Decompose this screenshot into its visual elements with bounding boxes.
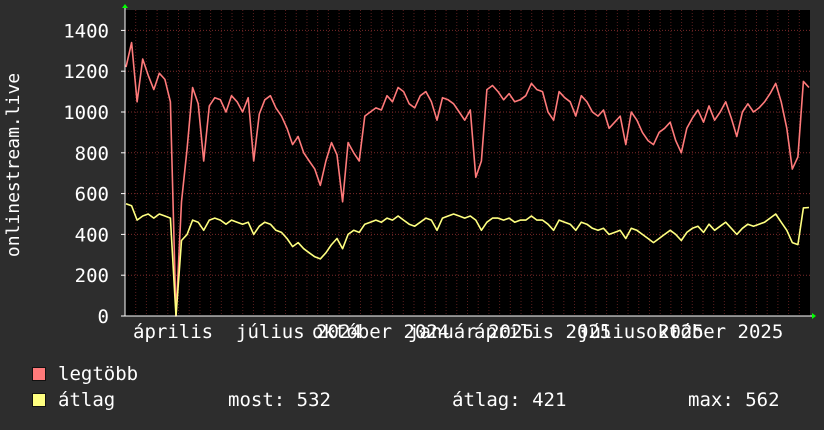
stat-max-label: max: [688, 389, 734, 411]
legend-swatch-max [32, 367, 46, 381]
y-tick-label: 1200 [63, 61, 109, 83]
legend-item-max: legtöbb [32, 363, 138, 385]
y-tick-label: 400 [75, 224, 109, 246]
y-tick-label: 0 [98, 306, 109, 328]
stat-now: most: 532 [228, 389, 331, 411]
y-tick-label: 1400 [63, 20, 109, 42]
y-axis-arrow [122, 4, 128, 8]
stat-avg-label: átlag: [452, 389, 521, 411]
stat-avg: átlag: 421 [452, 389, 566, 411]
stat-avg-value: 421 [532, 389, 567, 411]
stat-now-label: most: [228, 389, 286, 411]
y-axis-title: onlinestream.live [3, 73, 24, 257]
x-axis-arrow [812, 313, 816, 319]
y-tick-label: 200 [75, 265, 109, 287]
stat-max-value: 562 [745, 389, 780, 411]
y-tick-label: 800 [75, 143, 109, 165]
legend-label-avg: átlag [58, 389, 116, 411]
x-tick-label: április [133, 321, 213, 343]
stat-max: max: 562 [688, 389, 780, 411]
legend-label-max: legtöbb [58, 363, 139, 385]
chart: 0200400600800100012001400április július 2… [3, 4, 816, 343]
x-tick-label: október 2025 [646, 321, 783, 343]
y-tick-label: 600 [75, 184, 109, 206]
stat-now-value: 532 [296, 389, 331, 411]
legend-item-avg: átlag [32, 389, 115, 411]
legend-swatch-avg [32, 393, 46, 407]
y-tick-label: 1000 [63, 102, 109, 124]
